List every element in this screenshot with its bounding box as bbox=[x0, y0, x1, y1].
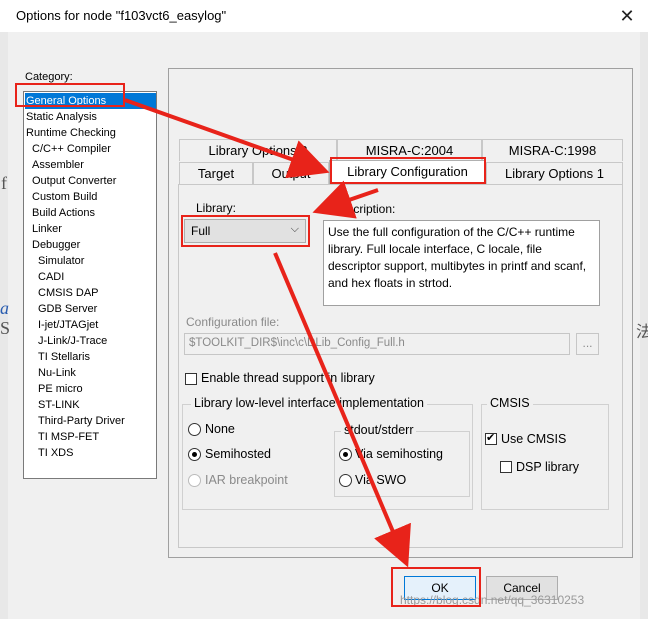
arrow-to-ok bbox=[273, 252, 411, 568]
arrow-to-library-configuration bbox=[124, 98, 330, 179]
arrow-to-library-select bbox=[312, 180, 379, 219]
annotation-arrows bbox=[124, 98, 411, 568]
